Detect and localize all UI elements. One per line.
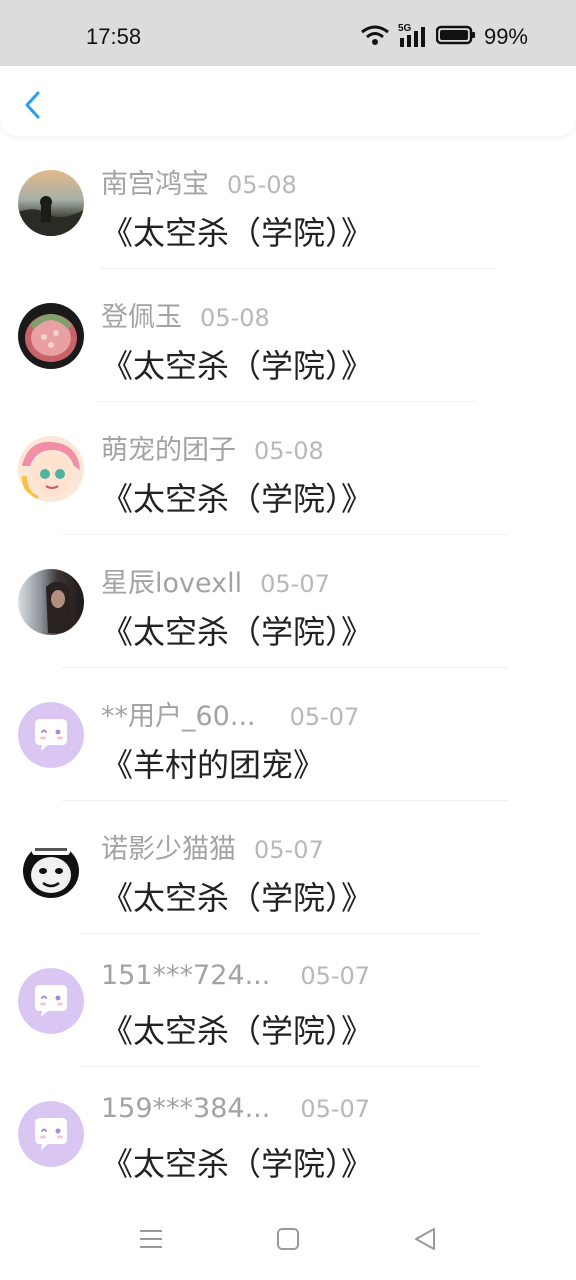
work-title[interactable]: 《太空杀（学院）》 <box>101 607 373 653</box>
list-item[interactable]: 星辰lovexll 05-07 《太空杀（学院）》 <box>0 535 576 668</box>
list-item[interactable]: 萌宠的团子 05-08 《太空杀（学院）》 <box>0 402 576 535</box>
work-title[interactable]: 《太空杀（学院）》 <box>101 1006 373 1052</box>
default-avatar-icon <box>18 968 84 1034</box>
work-title[interactable]: 《太空杀（学院）》 <box>101 341 373 387</box>
list-item[interactable]: 诺影少猫猫 05-07 《太空杀（学院）》 <box>0 801 576 934</box>
work-title[interactable]: 《太空杀（学院）》 <box>101 1139 373 1185</box>
user-name[interactable]: 萌宠的团子 <box>101 428 236 467</box>
back-system-button[interactable] <box>412 1226 438 1252</box>
default-avatar-icon <box>18 702 84 768</box>
post-date: 05-08 <box>227 171 297 199</box>
post-date: 05-08 <box>254 437 324 465</box>
avatar[interactable] <box>18 702 84 768</box>
chevron-left-icon <box>25 91 40 119</box>
menu-icon <box>140 1230 162 1248</box>
post-date: 05-07 <box>289 703 360 731</box>
user-name[interactable]: 159***384... <box>101 1093 270 1124</box>
list-item[interactable]: 159***384... 05-07 《太空杀（学院）》 <box>0 1067 576 1200</box>
work-title[interactable]: 《太空杀（学院）》 <box>101 208 373 254</box>
post-date: 05-08 <box>200 304 270 332</box>
avatar[interactable] <box>18 968 84 1034</box>
battery-icon <box>435 24 476 50</box>
list-item[interactable]: 登佩玉 05-08 《太空杀（学院）》 <box>0 269 576 402</box>
wifi-icon <box>360 24 390 50</box>
work-title[interactable]: 《太空杀（学院）》 <box>101 873 373 919</box>
user-name[interactable]: 星辰lovexll <box>101 561 242 600</box>
post-date: 05-07 <box>254 836 324 864</box>
home-square-icon <box>277 1228 299 1250</box>
post-date: 05-07 <box>260 570 330 598</box>
work-title[interactable]: 《羊村的团宠》 <box>101 740 325 786</box>
signal-icon: 5G <box>398 23 428 48</box>
avatar[interactable] <box>18 436 84 502</box>
top-app-bar <box>0 66 576 136</box>
user-name[interactable]: 登佩玉 <box>101 295 182 334</box>
user-name[interactable]: 诺影少猫猫 <box>101 827 236 866</box>
post-date: 05-07 <box>300 1095 371 1123</box>
avatar[interactable] <box>18 569 84 635</box>
post-date: 05-07 <box>300 962 371 990</box>
user-name[interactable]: 151***724... <box>101 960 270 991</box>
battery-percent: 99% <box>483 24 528 49</box>
avatar[interactable] <box>18 1101 84 1167</box>
default-avatar-icon <box>18 1101 84 1167</box>
user-name[interactable]: **用户_60... <box>101 694 256 733</box>
menu-button[interactable] <box>138 1226 164 1252</box>
avatar[interactable] <box>18 303 84 369</box>
work-title[interactable]: 《太空杀（学院）》 <box>101 474 373 520</box>
list-item[interactable]: 南宫鸿宝 05-08 《太空杀（学院）》 <box>0 136 576 269</box>
avatar[interactable] <box>18 835 84 901</box>
status-time: 17:58 <box>86 24 142 49</box>
back-triangle-icon <box>415 1228 435 1250</box>
list-item[interactable]: **用户_60... 05-07 《羊村的团宠》 <box>0 668 576 801</box>
avatar[interactable] <box>18 170 84 236</box>
status-icons: 5G 99% <box>360 23 528 50</box>
system-nav-bar <box>0 1198 576 1280</box>
user-name[interactable]: 南宫鸿宝 <box>101 162 209 201</box>
list-item[interactable]: 151***724... 05-07 《太空杀（学院）》 <box>0 934 576 1067</box>
back-button[interactable] <box>18 88 46 122</box>
status-bar: 17:58 5G 99% <box>0 0 576 66</box>
home-button[interactable] <box>275 1226 301 1252</box>
